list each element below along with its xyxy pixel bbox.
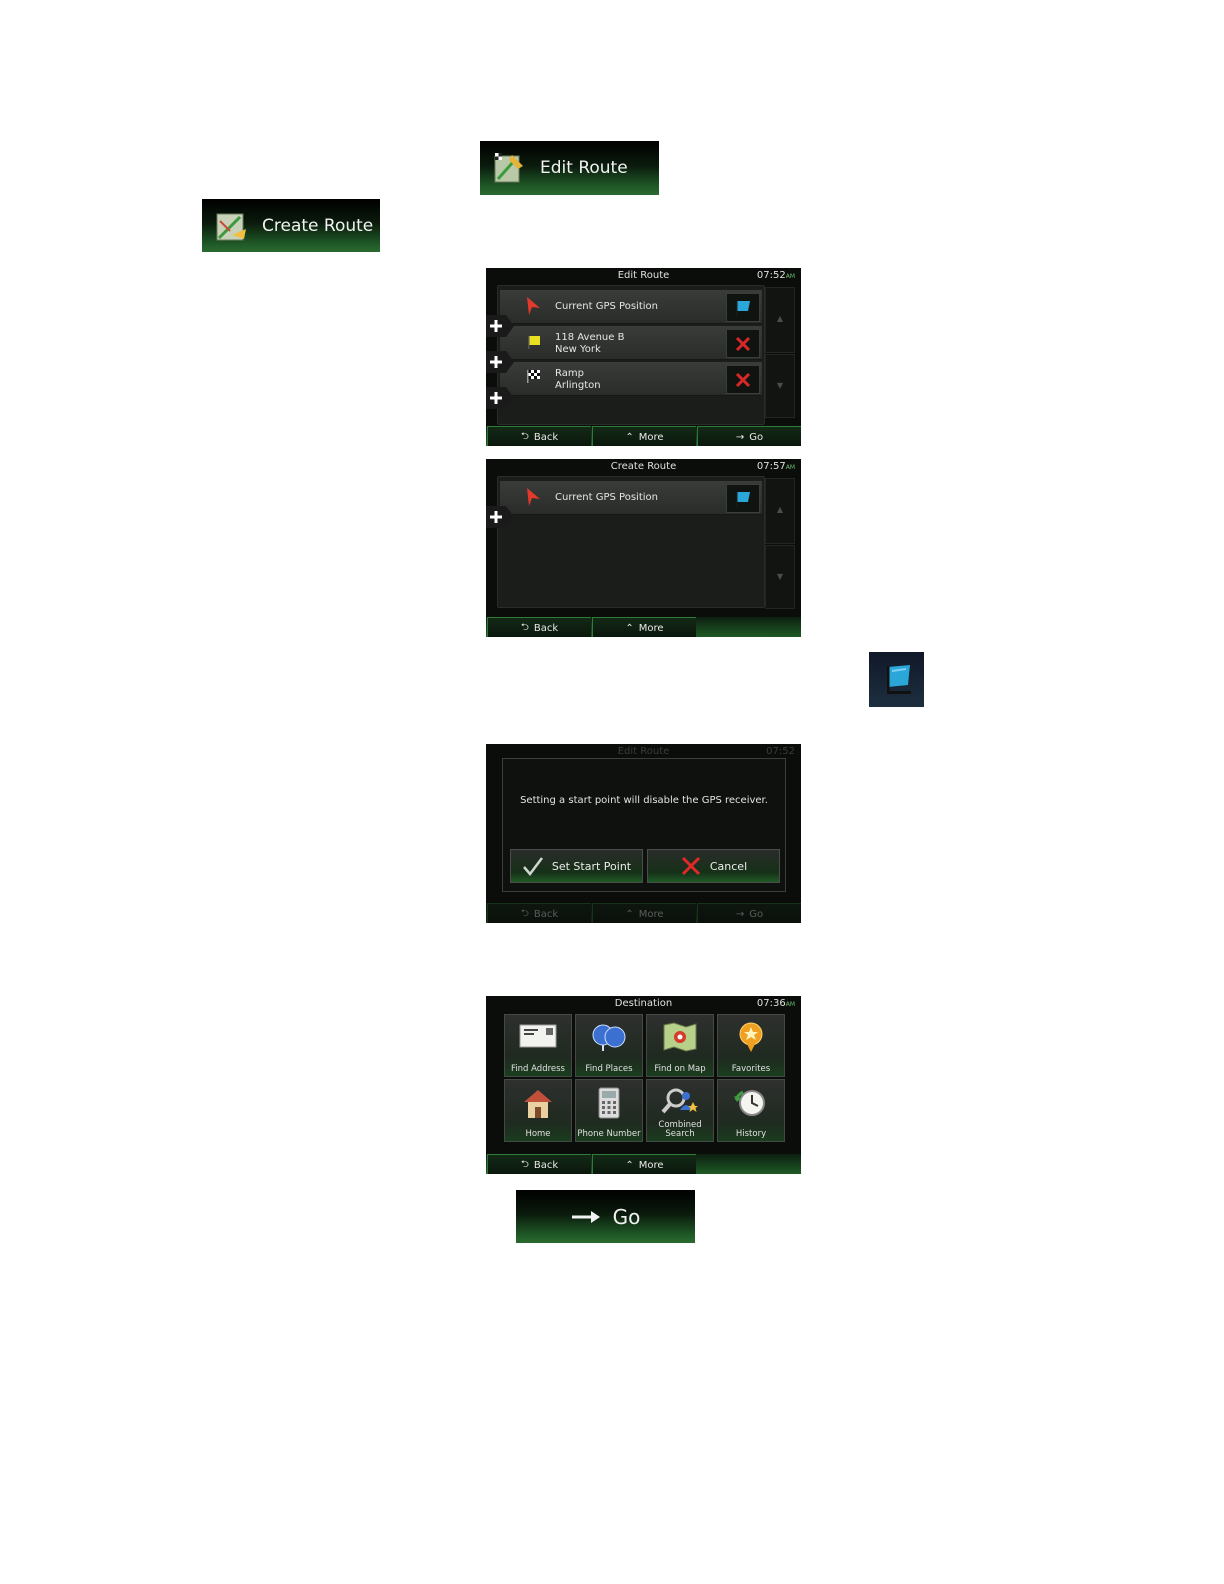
create-route-button[interactable]: Create Route (202, 199, 380, 252)
back-icon: ⮌ (520, 621, 529, 633)
close-icon (681, 856, 700, 876)
route-list: Current GPS Position 118 Avenue B New Yo… (497, 285, 765, 425)
screen-title: Destination (614, 998, 673, 1009)
more-button[interactable]: ⌃ More (592, 426, 696, 446)
bottom-bar: ⮌ Back ⌃ More → Go (486, 903, 801, 923)
back-button[interactable]: ⮌ Back (487, 426, 591, 446)
scroll-up-button[interactable]: ▲ (765, 287, 795, 353)
chevron-up-icon: ⌃ (625, 1159, 634, 1171)
tile-combined-search[interactable]: Combined Search (646, 1079, 714, 1142)
route-row-start[interactable]: Current GPS Position (500, 481, 762, 515)
cancel-button[interactable]: Cancel (647, 849, 780, 883)
back-button[interactable]: ⮌ Back (487, 1154, 591, 1174)
create-route-icon (216, 213, 246, 240)
flag-icon (736, 300, 750, 316)
map-icon (663, 1022, 697, 1052)
tile-favorites[interactable]: Favorites (717, 1014, 785, 1077)
more-button[interactable]: ⌃ More (592, 1154, 696, 1174)
checkmark-icon (522, 857, 543, 876)
bottom-bar: ⮌ Back ⌃ More → Go (486, 426, 801, 446)
delete-destination-button[interactable] (726, 365, 760, 394)
tile-home[interactable]: Home (504, 1079, 572, 1142)
route-list: Current GPS Position (497, 476, 765, 608)
clock: 07:52AM (756, 270, 795, 281)
route-row-start[interactable]: Current GPS Position (500, 290, 762, 324)
go-button: → Go (697, 903, 801, 923)
scroll-down-button[interactable]: ▼ (765, 545, 795, 609)
places-icon (592, 1024, 626, 1051)
edit-route-label: Edit Route (540, 158, 628, 178)
bottom-bar: ⮌ Back ⌃ More (486, 1154, 801, 1174)
set-start-flag-button[interactable] (726, 484, 760, 513)
yellow-flag-icon (528, 336, 540, 349)
set-start-flag-button[interactable] (726, 293, 760, 322)
row-line2: Arlington (555, 380, 601, 391)
clock-icon (734, 1090, 765, 1116)
tile-find-address[interactable]: Find Address (504, 1014, 572, 1077)
start-point-flag-button[interactable] (869, 652, 924, 707)
edit-route-screen: Edit Route 07:52AM Current GPS Position … (486, 268, 801, 446)
insert-waypoint-button[interactable] (486, 351, 514, 373)
row-line1: Ramp (555, 368, 584, 379)
back-icon: ⮌ (520, 907, 529, 919)
screen-title: Edit Route (617, 270, 670, 281)
delete-x-icon (735, 372, 751, 387)
gps-arrow-icon (527, 488, 540, 506)
chevron-up-icon: ⌃ (625, 908, 634, 920)
edit-route-icon (494, 153, 523, 183)
tile-phone-number[interactable]: Phone Number (575, 1079, 643, 1142)
create-route-screen: Create Route 07:57AM Current GPS Positio… (486, 459, 801, 637)
route-row-destination[interactable]: Ramp Arlington (500, 362, 762, 396)
insert-waypoint-button[interactable] (486, 387, 514, 409)
tile-history[interactable]: History (717, 1079, 785, 1142)
insert-waypoint-button[interactable] (486, 506, 514, 528)
delete-waypoint-button[interactable] (726, 329, 760, 358)
envelope-icon (519, 1024, 557, 1048)
chevron-up-icon: ⌃ (625, 622, 634, 634)
search-person-icon (661, 1088, 698, 1114)
arrow-right-icon: → (735, 431, 745, 443)
flag-icon (886, 664, 911, 694)
row-line1: Current GPS Position (555, 301, 658, 312)
back-icon: ⮌ (520, 430, 529, 442)
star-pin-icon (739, 1022, 763, 1052)
row-line2: New York (555, 344, 601, 355)
chevron-up-icon: ⌃ (625, 431, 634, 443)
row-line1: 118 Avenue B (555, 332, 625, 343)
gps-arrow-icon (527, 297, 540, 315)
clock: 07:36AM (756, 998, 795, 1009)
go-label: Go (612, 1204, 641, 1229)
go-button[interactable]: → Go (697, 426, 801, 446)
delete-x-icon (735, 336, 751, 351)
set-start-point-button[interactable]: Set Start Point (510, 849, 643, 883)
insert-waypoint-button[interactable] (486, 315, 514, 337)
edit-route-button[interactable]: Edit Route (480, 141, 659, 195)
scroll-up-button[interactable]: ▲ (765, 478, 795, 544)
checkered-flag-icon (527, 370, 540, 383)
screen-title: Create Route (610, 461, 677, 472)
confirm-dialog-screen: Edit Route 07:52 Setting a start point w… (486, 744, 801, 923)
house-icon (524, 1090, 552, 1118)
destination-screen: Destination 07:36AM Find Address Find Pl… (486, 996, 801, 1174)
more-button[interactable]: ⌃ More (592, 617, 696, 637)
create-route-label: Create Route (262, 215, 374, 236)
row-line1: Current GPS Position (555, 492, 658, 503)
scroll-down-button[interactable]: ▼ (765, 354, 795, 418)
tile-find-places[interactable]: Find Places (575, 1014, 643, 1077)
back-button[interactable]: ⮌ Back (487, 617, 591, 637)
dialog-message: Setting a start point will disable the G… (520, 795, 768, 806)
more-button: ⌃ More (592, 903, 696, 923)
arrow-right-icon: → (735, 908, 745, 920)
phone-icon (598, 1087, 620, 1119)
tile-find-on-map[interactable]: Find on Map (646, 1014, 714, 1077)
back-icon: ⮌ (520, 1158, 529, 1170)
back-button: ⮌ Back (487, 903, 591, 923)
go-button-large[interactable]: Go (516, 1190, 695, 1243)
arrow-right-icon (571, 1210, 600, 1223)
bottom-bar: ⮌ Back ⌃ More (486, 617, 801, 637)
clock: 07:57AM (756, 461, 795, 472)
flag-icon (736, 491, 750, 507)
route-row-via[interactable]: 118 Avenue B New York (500, 326, 762, 360)
